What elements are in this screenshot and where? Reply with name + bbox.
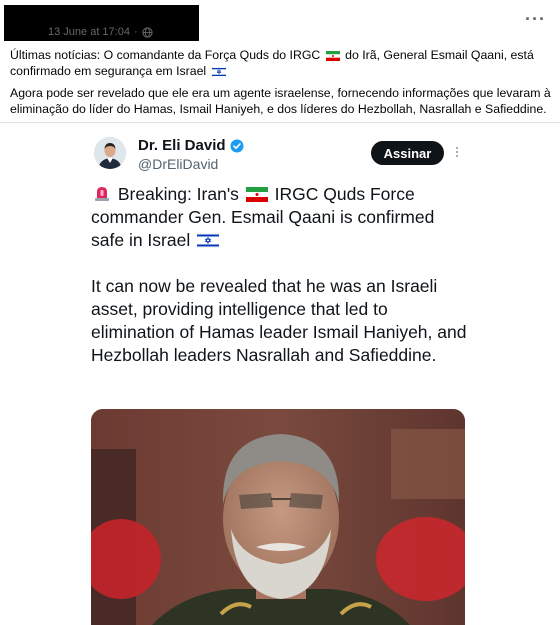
israel-flag-icon [211, 67, 226, 77]
tweet-paragraph-2: It can now be revealed that he was an Is… [91, 276, 467, 365]
iran-flag-icon [325, 51, 340, 61]
embedded-tweet-area: Dr. Eli David @DrEliDavid Assinar Breaki… [0, 122, 560, 625]
post-more-button[interactable]: ··· [525, 10, 546, 28]
author-name[interactable]: Dr. Eli David [138, 137, 244, 154]
author-name-text: Dr. Eli David [138, 137, 226, 154]
tweet-text: Breaking: Iran's IRGC Quds Force command… [91, 183, 471, 367]
iran-flag-icon [245, 187, 268, 202]
avatar[interactable] [94, 137, 126, 169]
tweet-photo[interactable] [91, 409, 465, 625]
israel-flag-icon [197, 233, 220, 248]
post-paragraph-2: Agora pode ser revelado que ele era um a… [10, 86, 551, 116]
verified-badge-icon [230, 139, 244, 152]
post-timestamp[interactable]: 13 June at 17:04 [48, 26, 130, 38]
more-vertical-icon[interactable] [455, 145, 459, 161]
tweet-paragraph-1: Breaking: Iran's IRGC Quds Force command… [91, 183, 471, 252]
follow-button[interactable]: Assinar [371, 141, 444, 165]
post-text: Últimas notícias: O comandante da Força … [10, 47, 554, 123]
police-light-icon [95, 187, 109, 201]
post-header: 13 June at 17:04 · ··· [0, 0, 560, 44]
facebook-post: 13 June at 17:04 · ··· Últimas notícias:… [0, 0, 560, 625]
post-paragraph-1-part-a: Últimas notícias: O comandante da Força … [10, 48, 321, 62]
author-handle[interactable]: @DrEliDavid [138, 156, 218, 172]
globe-icon [142, 26, 153, 38]
embedded-tweet[interactable]: Dr. Eli David @DrEliDavid Assinar Breaki… [82, 123, 478, 625]
meta-separator: · [133, 26, 138, 38]
tweet-paragraph-1-part-a: Breaking: Iran's [117, 184, 239, 204]
post-meta: 13 June at 17:04 · [48, 26, 153, 38]
post-paragraph-1: Últimas notícias: O comandante da Força … [10, 47, 554, 79]
